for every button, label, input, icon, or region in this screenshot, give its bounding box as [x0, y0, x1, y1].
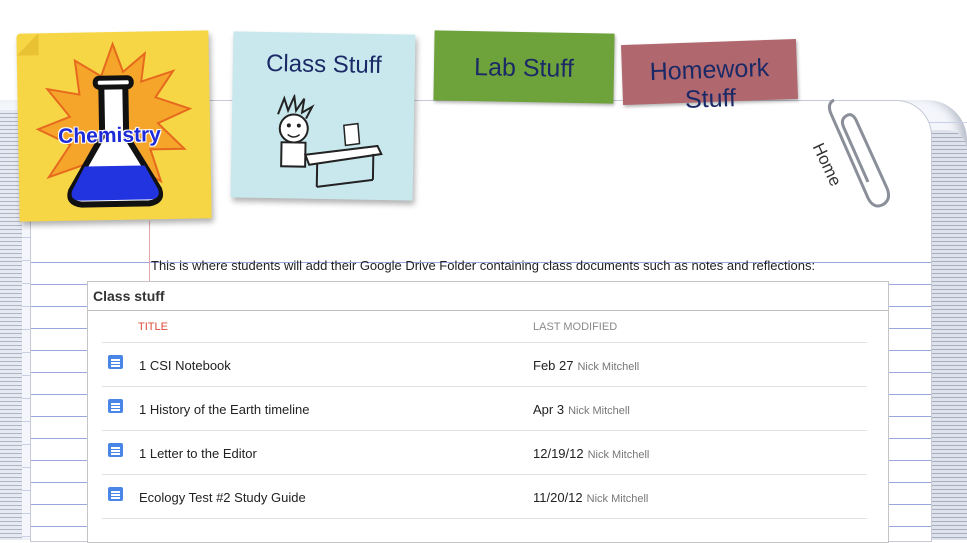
row-divider [102, 518, 867, 519]
doc-title[interactable]: Ecology Test #2 Study Guide [139, 490, 306, 505]
tab-homework-stuff[interactable]: Homework Stuff [621, 38, 798, 114]
table-row[interactable]: 1 CSI Notebook Feb 27 Nick Mitchell [88, 343, 888, 387]
tab-lab-stuff-label: Lab Stuff [473, 53, 575, 83]
tab-class-stuff-label: Class Stuff [265, 50, 382, 80]
tab-lab-stuff[interactable]: Lab Stuff [433, 30, 615, 104]
chemistry-logo-label: Chemistry [57, 123, 162, 148]
doc-date: Apr 3 [533, 402, 565, 417]
chemistry-logo-note[interactable]: Chemistry [16, 30, 212, 222]
cartoon-student-icon [277, 93, 383, 188]
drive-folder-panel: Class stuff TITLE LAST MODIFIED 1 CSI No… [87, 281, 889, 543]
doc-date: Feb 27 [533, 358, 574, 373]
table-row[interactable]: Ecology Test #2 Study Guide 11/20/12 Nick… [88, 475, 888, 519]
tab-class-stuff[interactable]: Class Stuff [230, 31, 416, 201]
doc-modified: Apr 3 Nick Mitchell [533, 402, 630, 417]
intro-text: This is where students will add their Go… [151, 258, 816, 273]
document-icon [108, 443, 123, 457]
doc-date: 11/20/12 [533, 490, 583, 505]
doc-title[interactable]: 1 Letter to the Editor [139, 446, 257, 461]
column-header-title[interactable]: TITLE [138, 321, 168, 333]
folder-title[interactable]: Class stuff [93, 288, 165, 304]
doc-modified: 11/20/12 Nick Mitchell [533, 490, 648, 505]
doc-author: Nick Mitchell [568, 405, 630, 417]
tab-homework-stuff-label: Homework Stuff [649, 53, 770, 114]
doc-author: Nick Mitchell [586, 493, 649, 505]
notebook-right-edge [927, 130, 967, 540]
panel-divider [88, 310, 888, 311]
column-header-last-modified[interactable]: LAST MODIFIED [533, 321, 617, 333]
doc-title[interactable]: 1 History of the Earth timeline [139, 402, 310, 417]
document-icon [108, 355, 123, 369]
table-row[interactable]: 1 History of the Earth timeline Apr 3 Nic… [88, 387, 888, 431]
doc-modified: Feb 27 Nick Mitchell [533, 358, 639, 373]
document-icon [108, 399, 123, 413]
doc-author: Nick Mitchell [577, 361, 640, 373]
table-row[interactable]: 1 Letter to the Editor 12/19/12 Nick Mitc… [88, 431, 888, 475]
doc-date: 12/19/12 [533, 446, 584, 461]
doc-author: Nick Mitchell [587, 449, 650, 461]
doc-title[interactable]: 1 CSI Notebook [139, 358, 231, 373]
document-icon [108, 487, 123, 501]
doc-modified: 12/19/12 Nick Mitchell [533, 446, 649, 461]
